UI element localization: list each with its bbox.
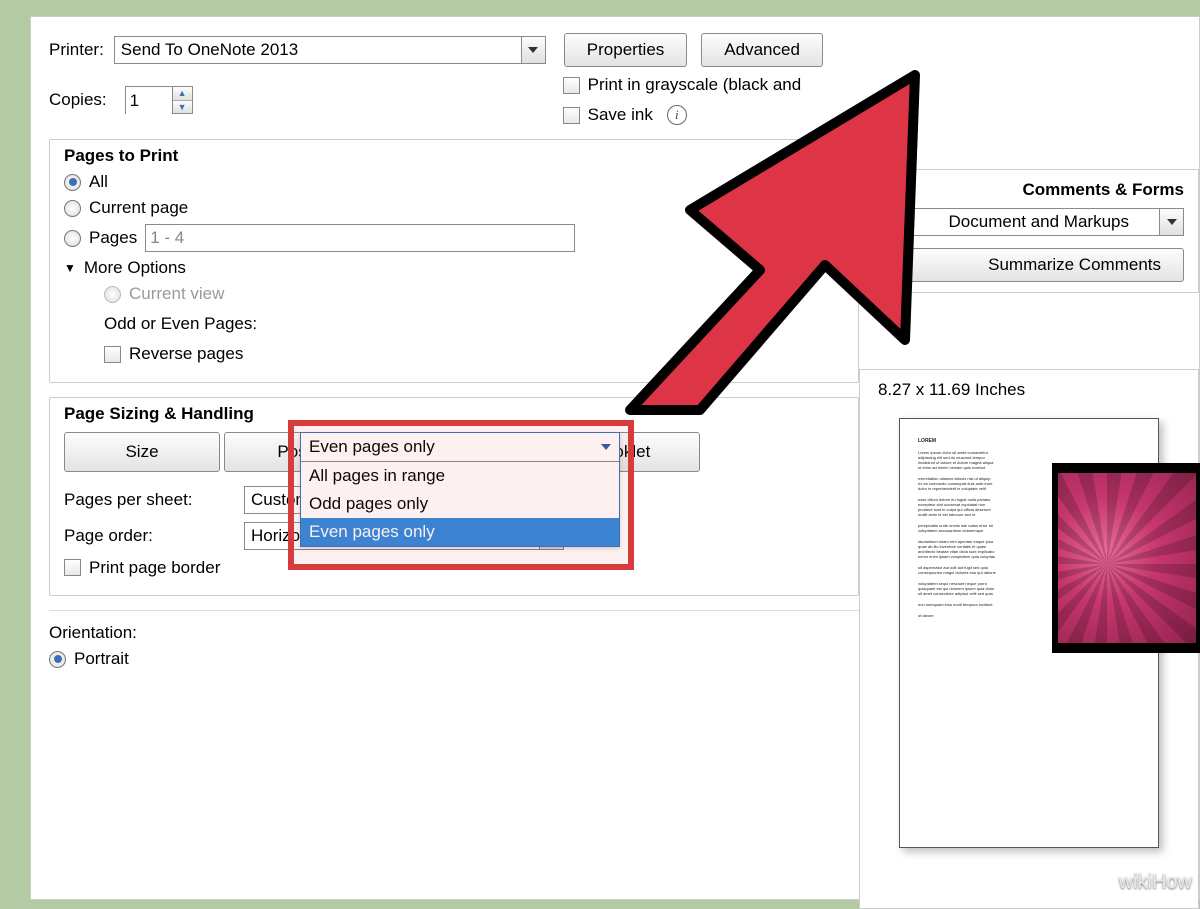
preview-page: LOREM Lorem ipsum dolor sit amet consect…	[899, 418, 1159, 848]
radio-dot	[64, 174, 81, 191]
copies-row: Copies: ▲ ▼ Print in grayscale (black an…	[49, 75, 1181, 125]
comments-forms-group: Comments & Forms Document and Markups Su…	[859, 169, 1199, 293]
odd-even-option-even[interactable]: Even pages only	[301, 518, 619, 546]
odd-even-option-all[interactable]: All pages in range	[301, 462, 619, 490]
reverse-pages-checkbox[interactable]: Reverse pages	[104, 344, 243, 364]
pages-legend: Pages to Print	[64, 146, 844, 166]
forms-legend-partial: Comments & Forms	[874, 180, 1184, 200]
radio-dot	[104, 286, 121, 303]
radio-dot	[64, 230, 81, 247]
save-ink-label: Save ink	[588, 105, 653, 125]
radio-dot	[64, 200, 81, 217]
printer-select-value: Send To OneNote 2013	[115, 40, 521, 60]
spinner-arrows[interactable]: ▲ ▼	[172, 87, 192, 113]
forms-select[interactable]: Document and Markups	[874, 208, 1184, 236]
odd-even-selected[interactable]: Even pages only	[301, 433, 619, 462]
pps-label: Pages per sheet:	[64, 490, 234, 510]
radio-pages-label: Pages	[89, 228, 137, 248]
chevron-down-icon	[601, 444, 611, 450]
orientation-legend: Orientation:	[49, 623, 859, 643]
spinner-up-icon[interactable]: ▲	[173, 87, 192, 101]
grayscale-label: Print in grayscale (black and	[588, 75, 802, 95]
radio-portrait[interactable]: Portrait	[49, 649, 859, 669]
size-button[interactable]: Size	[64, 432, 220, 472]
reverse-pages-label: Reverse pages	[129, 344, 243, 364]
triangle-down-icon: ▼	[64, 261, 76, 275]
printer-label: Printer:	[49, 40, 104, 60]
spinner-down-icon[interactable]: ▼	[173, 101, 192, 114]
pages-to-print-group: Pages to Print All Current page Pages ▼ …	[49, 139, 859, 383]
sizing-legend: Page Sizing & Handling	[64, 404, 844, 424]
order-label: Page order:	[64, 526, 234, 546]
print-border-label: Print page border	[89, 558, 220, 578]
summarize-comments-label: Summarize Comments	[988, 255, 1161, 275]
checkbox-box	[563, 107, 580, 124]
more-options-toggle[interactable]: ▼ More Options	[64, 258, 844, 278]
orientation-group: Orientation: Portrait	[49, 623, 859, 669]
odd-even-label: Odd or Even Pages:	[104, 314, 302, 334]
advanced-button[interactable]: Advanced	[701, 33, 823, 67]
radio-pages-range[interactable]: Pages	[64, 224, 844, 252]
pages-range-input[interactable]	[145, 224, 575, 252]
summarize-comments-button[interactable]: Summarize Comments	[874, 248, 1184, 282]
radio-dot	[49, 651, 66, 668]
properties-button[interactable]: Properties	[564, 33, 687, 67]
preview-pane: 8.27 x 11.69 Inches LOREM Lorem ipsum do…	[859, 369, 1199, 909]
radio-current-view-label: Current view	[129, 284, 224, 304]
radio-portrait-label: Portrait	[74, 649, 129, 669]
separator	[49, 610, 859, 611]
checkbox-box	[64, 559, 81, 576]
odd-even-selected-label: Even pages only	[309, 437, 435, 457]
copies-label: Copies:	[49, 90, 107, 110]
radio-all-label: All	[89, 172, 108, 192]
left-column: Pages to Print All Current page Pages ▼ …	[49, 139, 859, 669]
copies-spinner[interactable]: ▲ ▼	[125, 86, 193, 114]
preview-thumbnail	[1052, 463, 1200, 653]
grayscale-checkbox[interactable]: Print in grayscale (black and	[563, 75, 802, 95]
radio-current-page[interactable]: Current page	[64, 198, 844, 218]
forms-value: Document and Markups	[875, 212, 1159, 232]
odd-even-dropdown[interactable]: Even pages only All pages in range Odd p…	[300, 432, 620, 547]
watermark: wikiHow	[1119, 871, 1192, 894]
chevron-down-icon[interactable]	[521, 37, 545, 63]
preview-dimensions: 8.27 x 11.69 Inches	[878, 380, 1188, 400]
checkbox-box	[563, 77, 580, 94]
radio-current-page-label: Current page	[89, 198, 188, 218]
radio-current-view: Current view	[104, 284, 844, 304]
checkbox-box	[104, 346, 121, 363]
printer-select[interactable]: Send To OneNote 2013	[114, 36, 546, 64]
radio-all[interactable]: All	[64, 172, 844, 192]
right-column: Comments & Forms Document and Markups Su…	[859, 169, 1199, 293]
info-icon[interactable]: i	[667, 105, 687, 125]
save-ink-checkbox[interactable]: Save ink i	[563, 105, 802, 125]
print-border-checkbox[interactable]: Print page border	[64, 558, 220, 578]
more-options-label: More Options	[84, 258, 186, 278]
printer-row: Printer: Send To OneNote 2013 Properties…	[49, 33, 1181, 67]
copies-input[interactable]	[126, 87, 172, 115]
chevron-down-icon[interactable]	[1159, 209, 1183, 235]
odd-even-option-odd[interactable]: Odd pages only	[301, 490, 619, 518]
